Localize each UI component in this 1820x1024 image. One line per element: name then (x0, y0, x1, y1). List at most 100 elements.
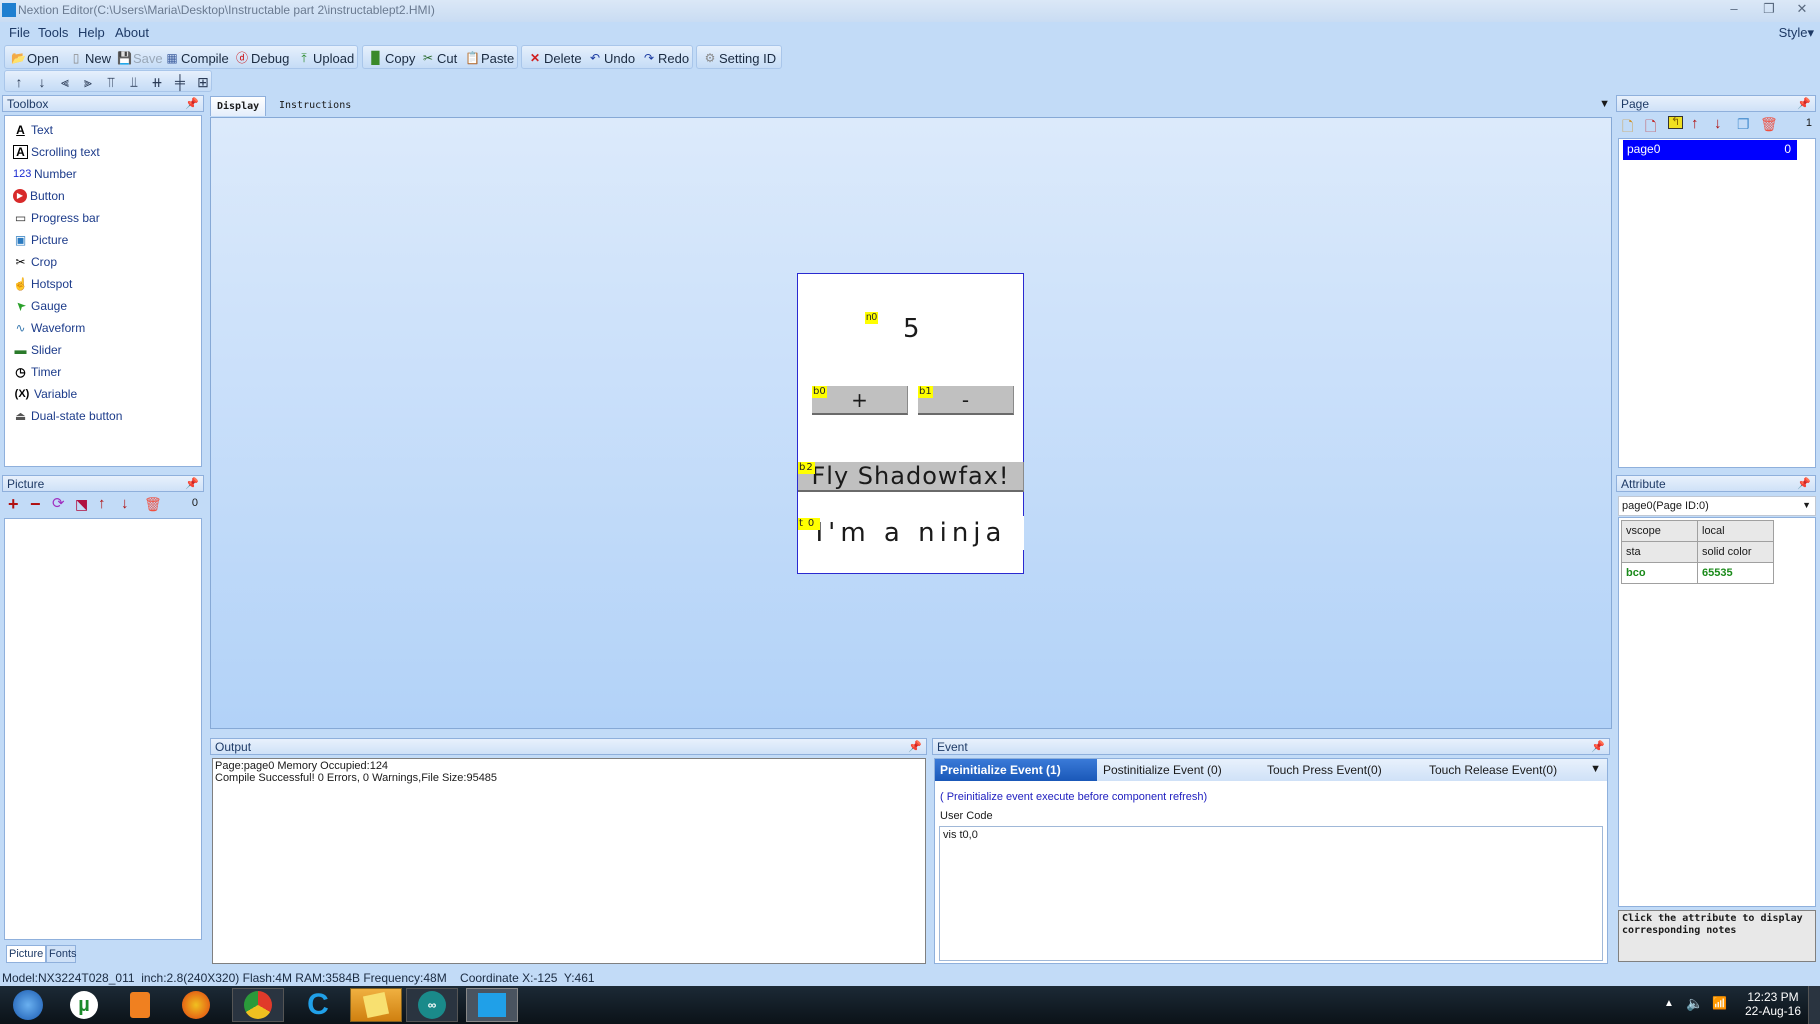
redo-button[interactable]: ↷ Redo (642, 50, 689, 66)
attribute-object-select[interactable]: page0(Page ID:0) ▼ (1618, 496, 1816, 516)
toolbox-item-progress-bar[interactable]: ▭ Progress bar (13, 209, 100, 227)
move-down-icon[interactable]: ↓ (121, 495, 129, 513)
pin-icon[interactable]: 📌 (1797, 97, 1811, 110)
pin-icon[interactable]: 📌 (185, 97, 199, 110)
toolbox-item-waveform[interactable]: ∿ Waveform (13, 319, 85, 337)
taskbar-arduino[interactable]: ∞ (406, 988, 458, 1022)
button-component-b2[interactable]: b2 Fly Shadowfax! (798, 462, 1024, 492)
system-clock[interactable]: 12:23 PM 22-Aug-16 (1740, 990, 1806, 1018)
cut-button[interactable]: ✂ Cut (421, 50, 457, 66)
menu-file[interactable]: File (9, 25, 30, 40)
tab-display[interactable]: Display (210, 96, 267, 116)
upload-button[interactable]: ⤒ Upload (297, 50, 354, 66)
tab-picture[interactable]: Picture (6, 945, 46, 963)
align-bottom-icon[interactable]: ⫫ (126, 74, 142, 90)
minimize-button[interactable]: – (1720, 1, 1748, 19)
taskbar-nextion-editor[interactable] (466, 988, 518, 1022)
toolbox-item-button[interactable]: ▶ Button (13, 187, 65, 205)
tab-touch-release-event[interactable]: Touch Release Event(0) (1429, 763, 1557, 777)
restore-button[interactable]: ❐ (1755, 1, 1783, 19)
delete-all-icon[interactable]: 🗑 (144, 495, 162, 513)
hmi-page-preview[interactable]: n0 5 b0 + b1 - b2 Fly Shadowfax! t0 I'm … (797, 273, 1024, 574)
copy-page-icon[interactable]: ❐ (1737, 116, 1750, 133)
button-component-b0[interactable]: b0 + (812, 386, 908, 415)
taskbar-media-player[interactable] (114, 988, 166, 1022)
menu-tools[interactable]: Tools (38, 25, 68, 40)
pin-icon[interactable]: 📌 (908, 740, 922, 753)
export-icon[interactable]: ⬔ (75, 495, 88, 513)
move-up-icon[interactable]: ↑ (1691, 115, 1699, 132)
toolbox-item-slider[interactable]: ▬ Slider (13, 341, 62, 359)
add-icon[interactable]: + (8, 495, 19, 513)
compile-button[interactable]: ▦ Compile (165, 50, 228, 66)
toolbox-item-gauge[interactable]: ➤ Gauge (12, 297, 67, 315)
show-hidden-icons[interactable]: ▲ (1664, 998, 1674, 1009)
user-code-editor[interactable]: vis t0,0 (939, 826, 1603, 961)
toolbox-item-dual-state-button[interactable]: ⏏ Dual-state button (13, 407, 123, 425)
replace-icon[interactable]: ⟳ (52, 495, 65, 513)
delete-all-pages-icon[interactable]: 🗑 (1760, 116, 1778, 133)
toolbox-item-number[interactable]: 123 Number (13, 165, 77, 183)
taskbar-ccleaner[interactable]: C (292, 988, 344, 1022)
copy-button[interactable]: ▉ Copy (369, 50, 415, 66)
toolbox-item-timer[interactable]: ◷ Timer (13, 363, 61, 381)
align-left-icon[interactable]: ⫷ (57, 74, 73, 90)
attribute-row[interactable]: vscope local (1621, 520, 1774, 542)
attribute-value[interactable]: 65535 (1697, 562, 1774, 584)
button-component-b1[interactable]: b1 - (918, 386, 1014, 415)
insert-page-icon[interactable]: ↰ (1668, 116, 1684, 129)
taskbar-utorrent[interactable]: µ (58, 988, 110, 1022)
move-down-icon[interactable]: ↓ (1714, 115, 1722, 132)
toolbox-item-scrolling-text[interactable]: A Scrolling text (13, 143, 100, 161)
taskbar-sticky-notes[interactable] (350, 988, 402, 1022)
tab-fonts[interactable]: Fonts (46, 945, 77, 963)
open-button[interactable]: 📂 Open (11, 50, 59, 66)
toolbox-item-crop[interactable]: ✂ Crop (13, 253, 57, 271)
pin-icon[interactable]: 📌 (185, 477, 199, 490)
event-tabs-dropdown-icon[interactable]: ▼ (1590, 763, 1601, 775)
toolbox-item-variable[interactable]: (X) Variable (13, 385, 77, 403)
page-list-item[interactable]: page0 0 (1623, 140, 1797, 160)
style-menu[interactable]: Style▾ (1779, 25, 1814, 41)
delete-page-icon[interactable]: 🗋 (1645, 116, 1656, 140)
tab-dropdown-icon[interactable]: ▼ (1599, 98, 1610, 110)
attribute-row[interactable]: sta solid color (1621, 541, 1774, 563)
menu-about[interactable]: About (115, 25, 149, 40)
new-button[interactable]: ▯ New (69, 50, 111, 66)
center-horizontal-icon[interactable]: ⧺ (149, 74, 165, 90)
setting-id-button[interactable]: ⚙ Setting ID (703, 50, 776, 66)
align-top-icon[interactable]: ⫪ (103, 74, 119, 90)
same-size-icon[interactable]: ⊞ (195, 74, 211, 90)
toolbox-item-hotspot[interactable]: ☝ Hotspot (13, 275, 72, 293)
add-page-icon[interactable]: 🗋 (1622, 116, 1633, 140)
align-right-icon[interactable]: ⫸ (80, 74, 96, 90)
save-button[interactable]: 💾 Save (117, 50, 163, 66)
center-vertical-icon[interactable]: ╪ (172, 74, 188, 90)
tab-preinitialize-event[interactable]: Preinitialize Event (1) (935, 759, 1097, 781)
attribute-row[interactable]: bco 65535 (1621, 562, 1774, 584)
toolbox-item-text[interactable]: A Text (13, 121, 53, 139)
debug-button[interactable]: ⓓ Debug (235, 50, 289, 66)
text-component-t0[interactable]: t0 I'm a ninja (798, 516, 1024, 550)
pin-icon[interactable]: 📌 (1591, 740, 1605, 753)
delete-button[interactable]: ✕ Delete (528, 50, 582, 66)
network-icon[interactable]: 📶 (1712, 996, 1727, 1010)
move-up-icon[interactable]: ↑ (11, 74, 27, 90)
tab-touch-press-event[interactable]: Touch Press Event(0) (1267, 763, 1382, 777)
taskbar-chrome[interactable] (232, 988, 284, 1022)
move-up-icon[interactable]: ↑ (98, 495, 106, 513)
taskbar-firefox[interactable] (170, 988, 222, 1022)
attribute-value[interactable]: local (1697, 520, 1774, 542)
volume-icon[interactable]: 🔈 (1686, 995, 1703, 1012)
move-down-icon[interactable]: ↓ (34, 74, 50, 90)
number-component-n0[interactable]: n0 5 (865, 312, 965, 344)
remove-icon[interactable]: − (30, 495, 41, 513)
attribute-value[interactable]: solid color (1697, 541, 1774, 563)
toolbox-item-picture[interactable]: ▣ Picture (13, 231, 69, 249)
paste-button[interactable]: 📋 Paste (465, 50, 514, 66)
undo-button[interactable]: ↶ Undo (588, 50, 635, 66)
tab-postinitialize-event[interactable]: Postinitialize Event (0) (1103, 763, 1222, 777)
tab-instructions[interactable]: Instructions (273, 96, 357, 116)
show-desktop-button[interactable] (1808, 986, 1820, 1024)
start-button[interactable] (2, 988, 54, 1022)
